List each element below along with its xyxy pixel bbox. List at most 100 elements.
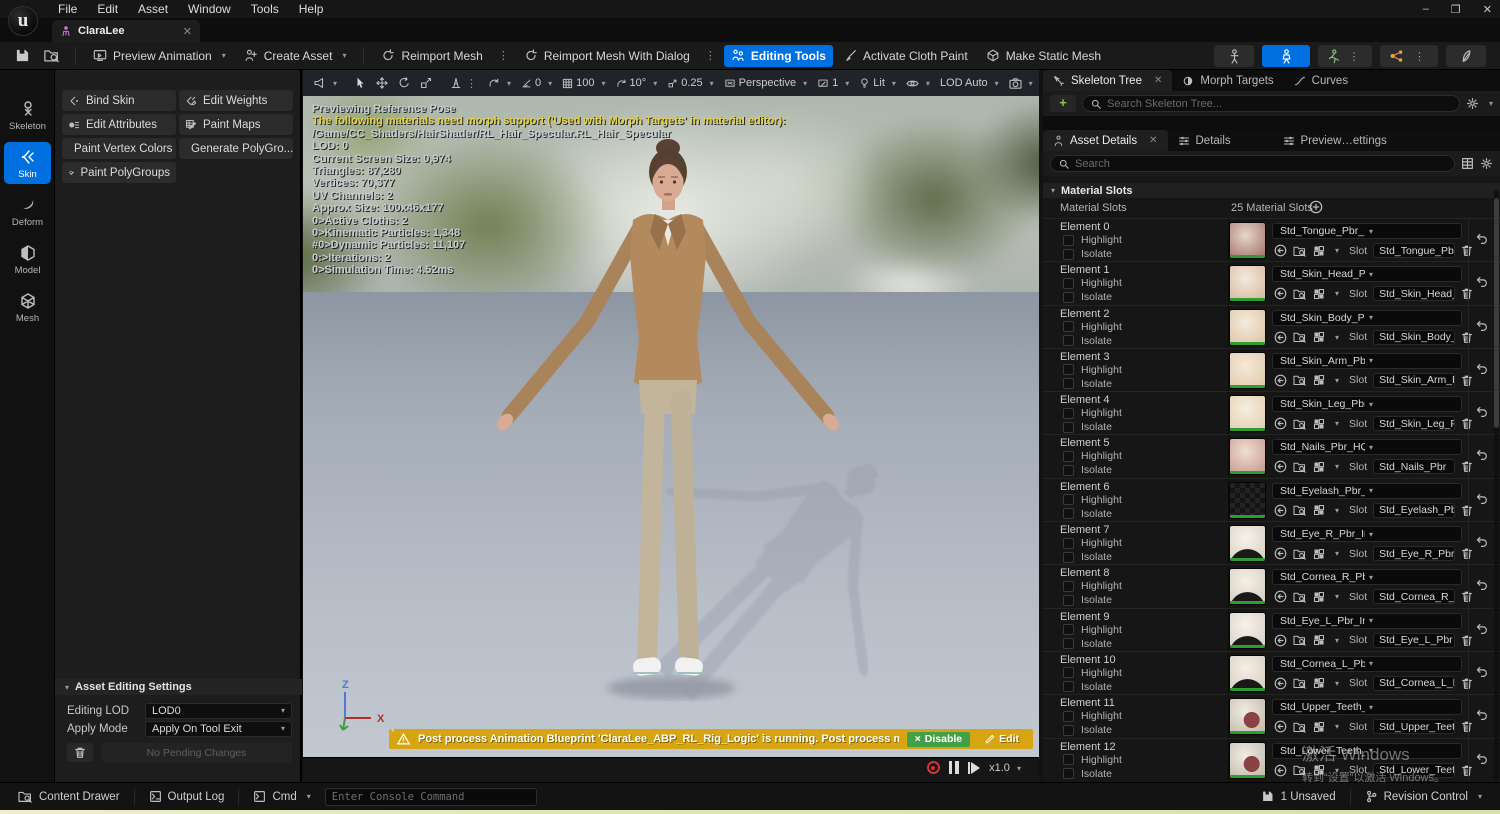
material-thumbnail[interactable] (1229, 654, 1266, 692)
material-instance-dropdown[interactable]: Std_Eyelash_Pbr_LWHQ_Inst ▾ (1272, 482, 1462, 499)
tab-close-icon[interactable]: ✕ (183, 25, 192, 38)
tab-asset-details[interactable]: Asset Details ✕ (1043, 130, 1168, 151)
editing-lod-dropdown[interactable]: LOD0 ▾ (145, 702, 292, 719)
add-material-slot-icon[interactable] (1309, 200, 1323, 214)
viewport-options-button[interactable]: ▾ (309, 75, 341, 91)
screenshot-button[interactable]: ▾ (1005, 76, 1037, 91)
move-tool-button[interactable] (372, 75, 392, 91)
chevron-down-icon[interactable]: ▾ (1335, 592, 1339, 601)
material-pattern-icon[interactable] (1313, 721, 1325, 733)
skeleton-search-field[interactable] (1082, 95, 1460, 112)
slot-name-field[interactable]: Std_Lower_Teeth_Pb (1373, 762, 1456, 778)
chevron-down-icon[interactable]: ▾ (1335, 549, 1339, 558)
reset-to-default-icon[interactable] (1475, 708, 1488, 721)
material-thumbnail[interactable] (1229, 611, 1266, 649)
material-pattern-icon[interactable] (1313, 764, 1325, 776)
editing-tools-button[interactable]: Editing Tools (723, 44, 833, 67)
material-pattern-icon[interactable] (1313, 374, 1325, 386)
tab-preview-scene-settings[interactable]: Preview…ettings (1273, 130, 1397, 151)
blueprint-graph-button[interactable]: ⋮ (1380, 45, 1438, 67)
delete-slot-trash-icon[interactable] (1461, 460, 1473, 473)
browse-to-asset-button[interactable] (39, 44, 65, 67)
edit-post-process-button[interactable]: Edit (978, 732, 1025, 747)
material-pattern-icon[interactable] (1313, 331, 1325, 343)
material-thumbnail[interactable] (1229, 698, 1266, 736)
asset-editing-settings-header[interactable]: ▾ Asset Editing Settings (55, 679, 302, 695)
rail-item-model[interactable]: Model (4, 238, 51, 280)
browse-to-asset-icon[interactable] (1293, 374, 1307, 387)
isolate-checkbox[interactable] (1063, 464, 1074, 476)
isolate-checkbox[interactable] (1063, 508, 1074, 520)
select-tool-button[interactable] (351, 75, 370, 91)
reset-to-default-icon[interactable] (1475, 405, 1488, 418)
add-bone-button[interactable]: + (1050, 95, 1076, 112)
delete-slot-trash-icon[interactable] (1461, 374, 1473, 387)
material-thumbnail[interactable] (1229, 308, 1266, 346)
record-button[interactable] (926, 761, 940, 774)
browse-to-asset-icon[interactable] (1293, 764, 1307, 776)
reset-to-default-icon[interactable] (1475, 752, 1488, 765)
unsaved-assets-button[interactable]: 1 Unsaved (1253, 786, 1344, 807)
menu-window[interactable]: Window (178, 0, 241, 18)
material-instance-dropdown[interactable]: Std_Eye_L_Pbr_Inst ▾ (1272, 612, 1462, 629)
chevron-down-icon[interactable]: ▾ (1489, 99, 1493, 108)
discard-changes-button[interactable] (67, 743, 93, 762)
paint-vertex-colors-button[interactable]: Paint Vertex Colors (62, 138, 176, 159)
material-pattern-icon[interactable] (1313, 677, 1325, 689)
browse-to-asset-icon[interactable] (1293, 677, 1307, 690)
reset-to-default-icon[interactable] (1475, 362, 1488, 375)
grid-snap-control[interactable]: 100 ▾ (558, 75, 609, 91)
reset-to-default-icon[interactable] (1475, 275, 1488, 288)
use-selected-asset-icon[interactable] (1274, 764, 1287, 777)
use-selected-asset-icon[interactable] (1274, 417, 1287, 430)
reset-to-default-icon[interactable] (1475, 492, 1488, 505)
delete-slot-trash-icon[interactable] (1461, 547, 1473, 560)
highlight-checkbox[interactable] (1063, 494, 1074, 506)
use-selected-asset-icon[interactable] (1274, 374, 1287, 387)
material-slots-section-header[interactable]: ▾ Material Slots (1043, 183, 1500, 198)
console-command-field[interactable] (324, 787, 537, 806)
browse-to-asset-icon[interactable] (1293, 591, 1307, 603)
snap-angle-control[interactable]: 0 ▾ (517, 75, 556, 91)
material-pattern-icon[interactable] (1313, 548, 1325, 560)
cmd-dropdown[interactable]: Cmd ▾ (245, 786, 318, 807)
window-maximize-button[interactable]: ❐ (1451, 3, 1461, 16)
blueprint-graph-options-button[interactable]: ⋮ (1410, 50, 1429, 63)
use-selected-asset-icon[interactable] (1274, 244, 1287, 257)
reset-to-default-icon[interactable] (1475, 232, 1488, 245)
lit-mode-dropdown[interactable]: Lit ▾ (855, 75, 900, 91)
screen-percentage-control[interactable]: 1 ▾ (813, 75, 853, 91)
tab-close-icon[interactable]: ✕ (1154, 75, 1162, 86)
slot-name-field[interactable]: Std_Skin_Head_Pbr (1373, 286, 1456, 302)
activate-cloth-paint-button[interactable]: Activate Cloth Paint (837, 45, 975, 67)
isolate-checkbox[interactable] (1063, 638, 1074, 650)
use-selected-asset-icon[interactable] (1274, 460, 1287, 473)
material-instance-dropdown[interactable]: Std_Skin_Head_Pbr_HQ_Inst ▾ (1272, 266, 1462, 283)
chevron-down-icon[interactable]: ▾ (1335, 679, 1339, 688)
material-thumbnail[interactable] (1229, 438, 1266, 476)
highlight-checkbox[interactable] (1063, 407, 1074, 419)
reset-to-default-icon[interactable] (1475, 578, 1488, 591)
material-thumbnail[interactable] (1229, 525, 1266, 563)
menu-file[interactable]: File (48, 0, 87, 18)
rotation-snap-control[interactable]: 10° ▾ (612, 75, 662, 91)
delete-slot-trash-icon[interactable] (1461, 634, 1473, 647)
tab-details[interactable]: Details (1168, 130, 1273, 151)
highlight-checkbox[interactable] (1063, 580, 1074, 592)
material-thumbnail[interactable] (1229, 351, 1266, 389)
material-instance-dropdown[interactable]: Std_Cornea_R_Pbr_LWHQ_Inst ▾ (1272, 569, 1462, 586)
playback-speed-dropdown[interactable]: x1.0 ▾ (989, 762, 1021, 774)
chevron-down-icon[interactable]: ▾ (1335, 333, 1339, 342)
window-close-button[interactable]: ✕ (1483, 3, 1492, 16)
material-instance-dropdown[interactable]: Std_Skin_Body_Pbr_HQ_Inst ▾ (1272, 309, 1462, 326)
isolate-checkbox[interactable] (1063, 724, 1074, 736)
reimport-mesh-button[interactable]: Reimport Mesh (374, 45, 489, 67)
material-thumbnail[interactable] (1229, 481, 1266, 519)
chevron-down-icon[interactable]: ▾ (1335, 506, 1339, 515)
tab-close-icon[interactable]: ✕ (1149, 135, 1157, 146)
highlight-checkbox[interactable] (1063, 277, 1074, 289)
skeleton-tree-settings-gear-icon[interactable] (1466, 97, 1479, 110)
use-selected-asset-icon[interactable] (1274, 720, 1287, 733)
menu-help[interactable]: Help (289, 0, 334, 18)
chevron-down-icon[interactable]: ▾ (1335, 722, 1339, 731)
